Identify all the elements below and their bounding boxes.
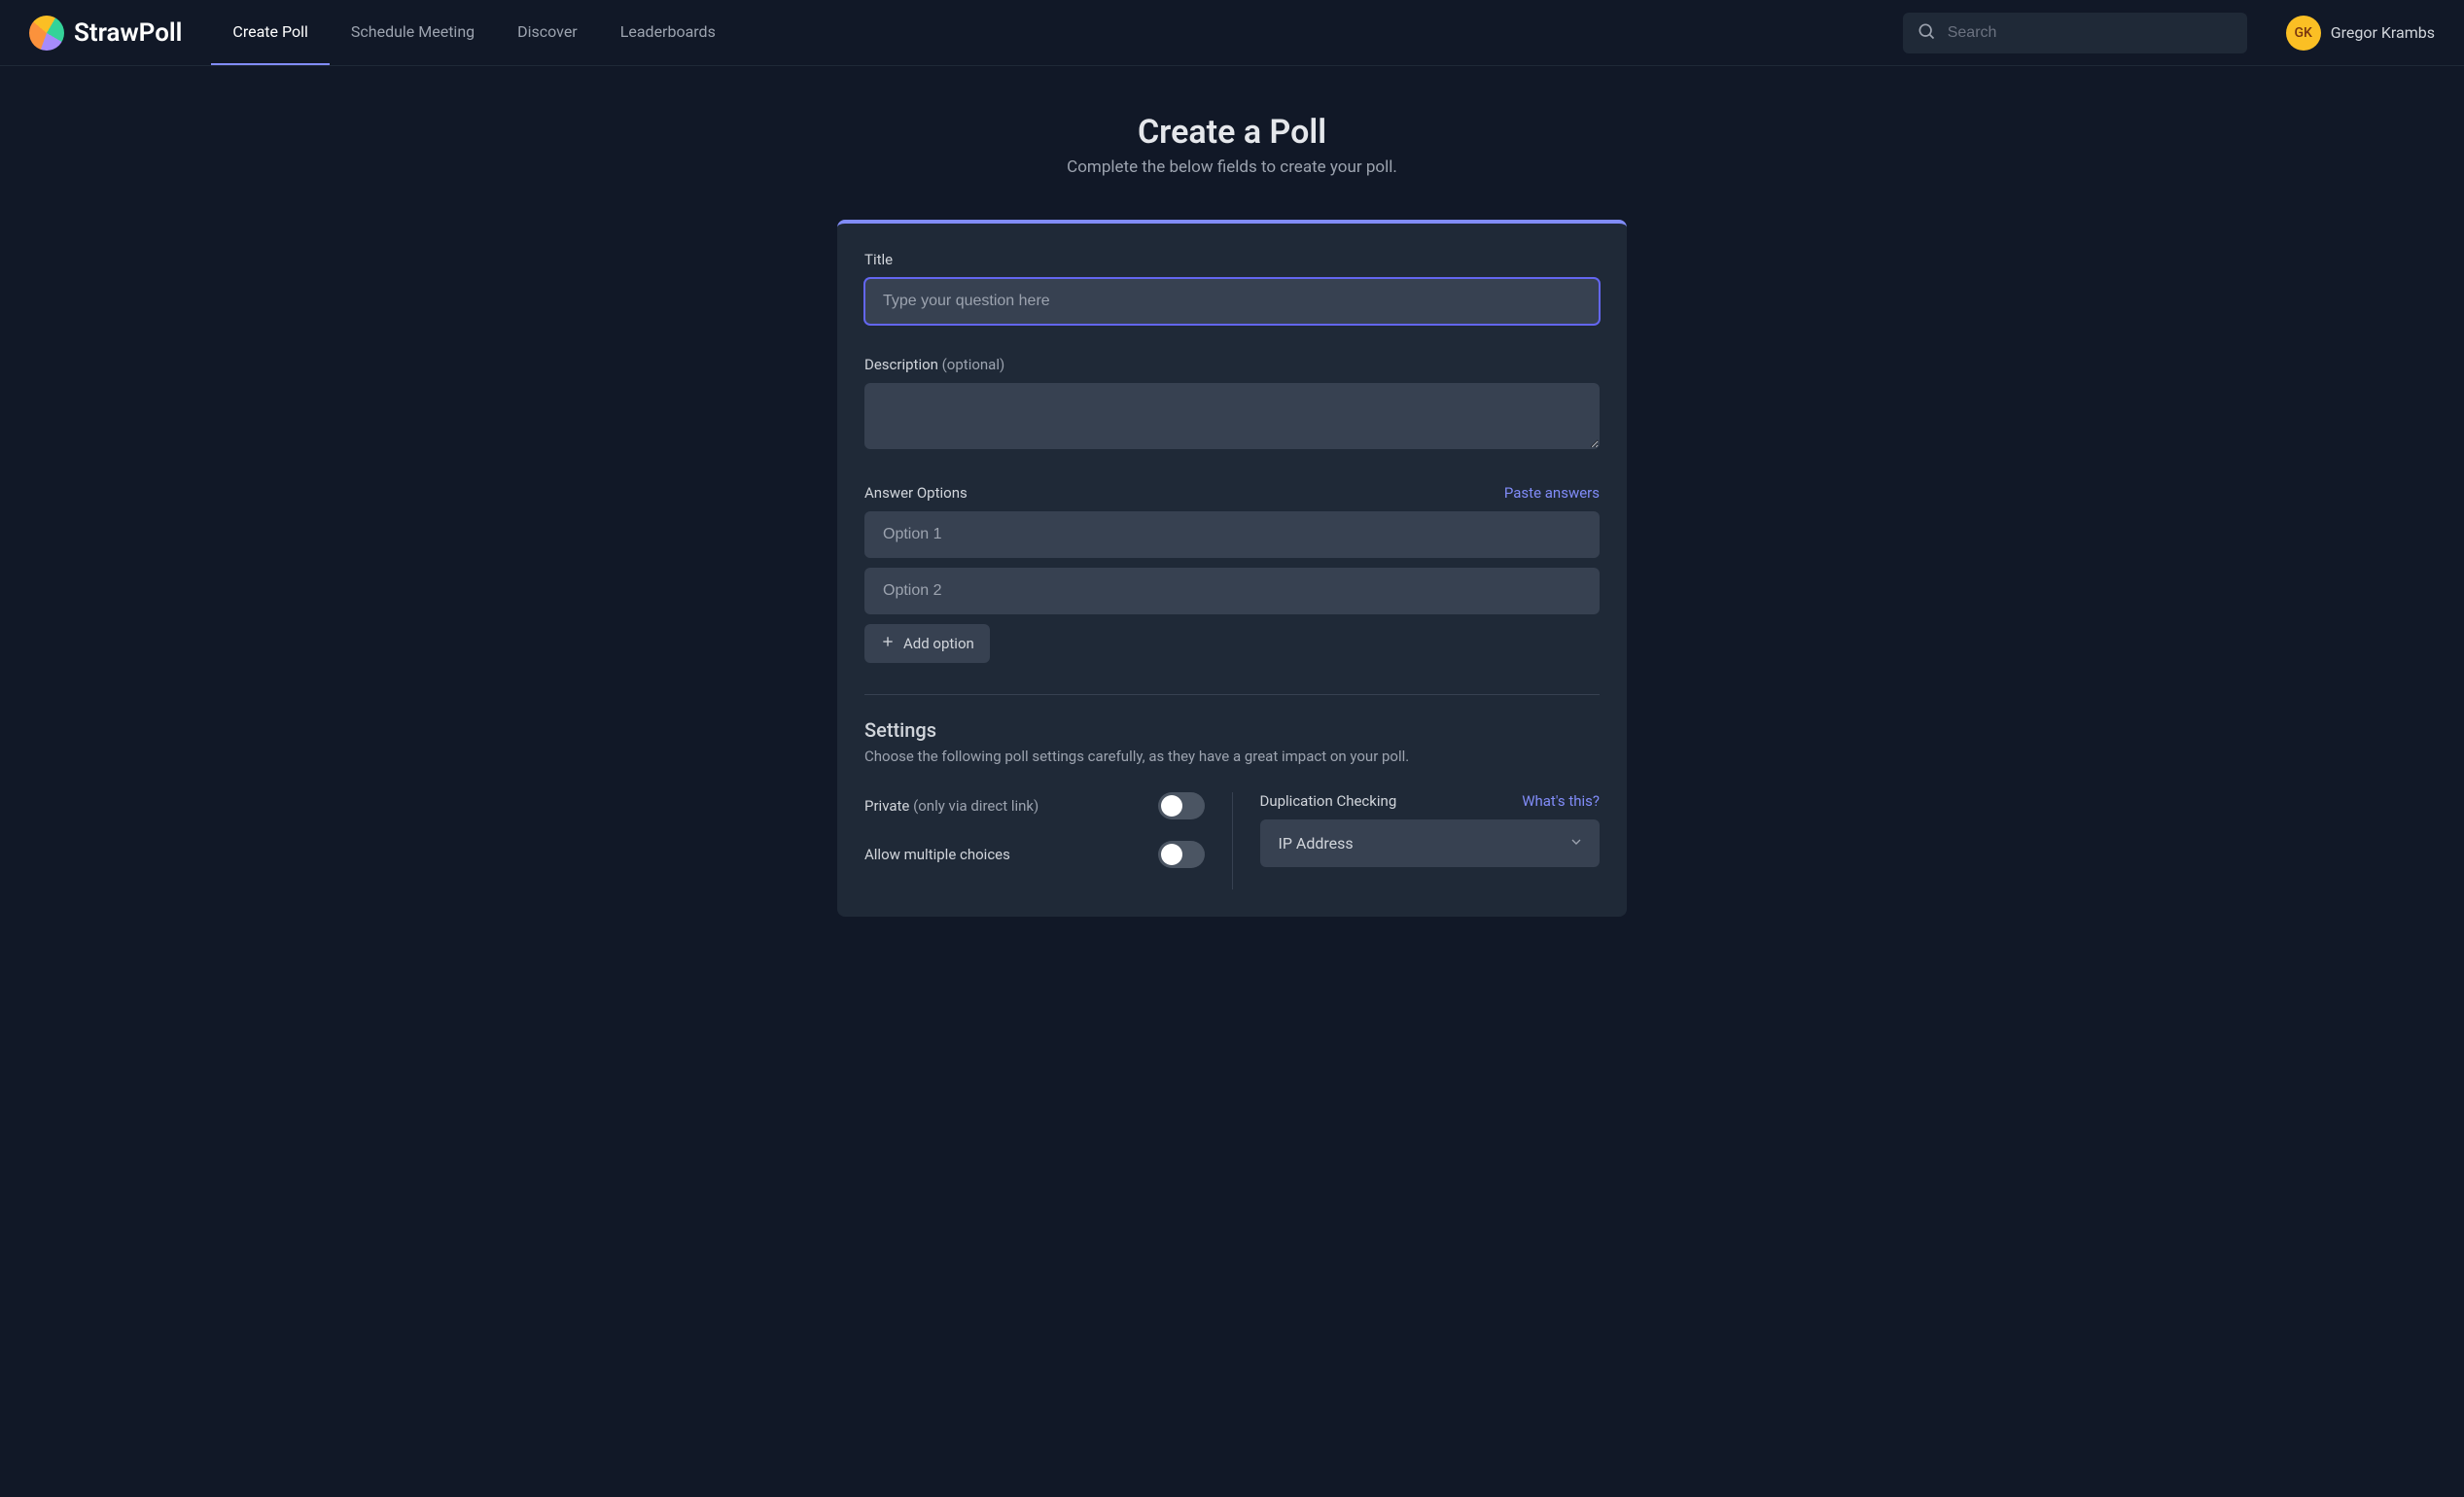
duplication-label: Duplication Checking: [1260, 792, 1397, 810]
answer-options-label: Answer Options: [864, 484, 968, 502]
main-nav: Create Poll Schedule Meeting Discover Le…: [211, 0, 736, 65]
username: Gregor Krambs: [2331, 23, 2435, 42]
title-input[interactable]: [864, 278, 1600, 325]
option-2-input[interactable]: [864, 568, 1600, 614]
nav-schedule-meeting[interactable]: Schedule Meeting: [330, 0, 496, 65]
whats-this-link[interactable]: What's this?: [1522, 792, 1600, 810]
multiple-label: Allow multiple choices: [864, 846, 1010, 863]
settings-subheading: Choose the following poll settings caref…: [864, 748, 1600, 765]
title-field: Title: [864, 251, 1600, 325]
logo[interactable]: StrawPoll: [29, 16, 182, 51]
search-icon: [1917, 21, 1936, 45]
search-input[interactable]: [1948, 24, 2234, 42]
settings-right-col: Duplication Checking What's this? IP Add…: [1233, 792, 1601, 889]
settings-grid: Private (only via direct link) Allow mul…: [864, 792, 1600, 889]
multiple-toggle[interactable]: [1158, 841, 1205, 868]
brand-name: StrawPoll: [74, 18, 182, 48]
duplication-select[interactable]: IP Address: [1260, 819, 1601, 867]
private-setting: Private (only via direct link): [864, 792, 1205, 819]
description-label: Description (optional): [864, 356, 1600, 373]
multiple-setting: Allow multiple choices: [864, 841, 1205, 868]
answer-options-field: Answer Options Paste answers Add option: [864, 484, 1600, 663]
avatar: GK: [2286, 16, 2321, 51]
nav-create-poll[interactable]: Create Poll: [211, 0, 329, 65]
paste-answers-link[interactable]: Paste answers: [1504, 484, 1600, 502]
logo-icon: [29, 16, 64, 51]
private-label: Private (only via direct link): [864, 797, 1038, 815]
main-content: Create a Poll Complete the below fields …: [837, 66, 1627, 917]
poll-form-card: Title Description (optional) Answer Opti…: [837, 220, 1627, 917]
header: StrawPoll Create Poll Schedule Meeting D…: [0, 0, 2464, 66]
nav-leaderboards[interactable]: Leaderboards: [599, 0, 737, 65]
description-input[interactable]: [864, 383, 1600, 449]
page-subtitle: Complete the below fields to create your…: [837, 157, 1627, 177]
private-toggle[interactable]: [1158, 792, 1205, 819]
duplication-select-wrapper: IP Address: [1260, 819, 1601, 867]
settings-left-col: Private (only via direct link) Allow mul…: [864, 792, 1233, 889]
divider: [864, 694, 1600, 695]
title-label: Title: [864, 251, 1600, 268]
settings-heading: Settings: [864, 718, 1600, 742]
nav-discover[interactable]: Discover: [496, 0, 599, 65]
plus-icon: [880, 634, 896, 653]
page-title: Create a Poll: [837, 113, 1627, 152]
description-field: Description (optional): [864, 356, 1600, 453]
add-option-button[interactable]: Add option: [864, 624, 990, 663]
search-box[interactable]: [1903, 13, 2247, 53]
user-menu[interactable]: GK Gregor Krambs: [2286, 16, 2435, 51]
option-1-input[interactable]: [864, 511, 1600, 558]
